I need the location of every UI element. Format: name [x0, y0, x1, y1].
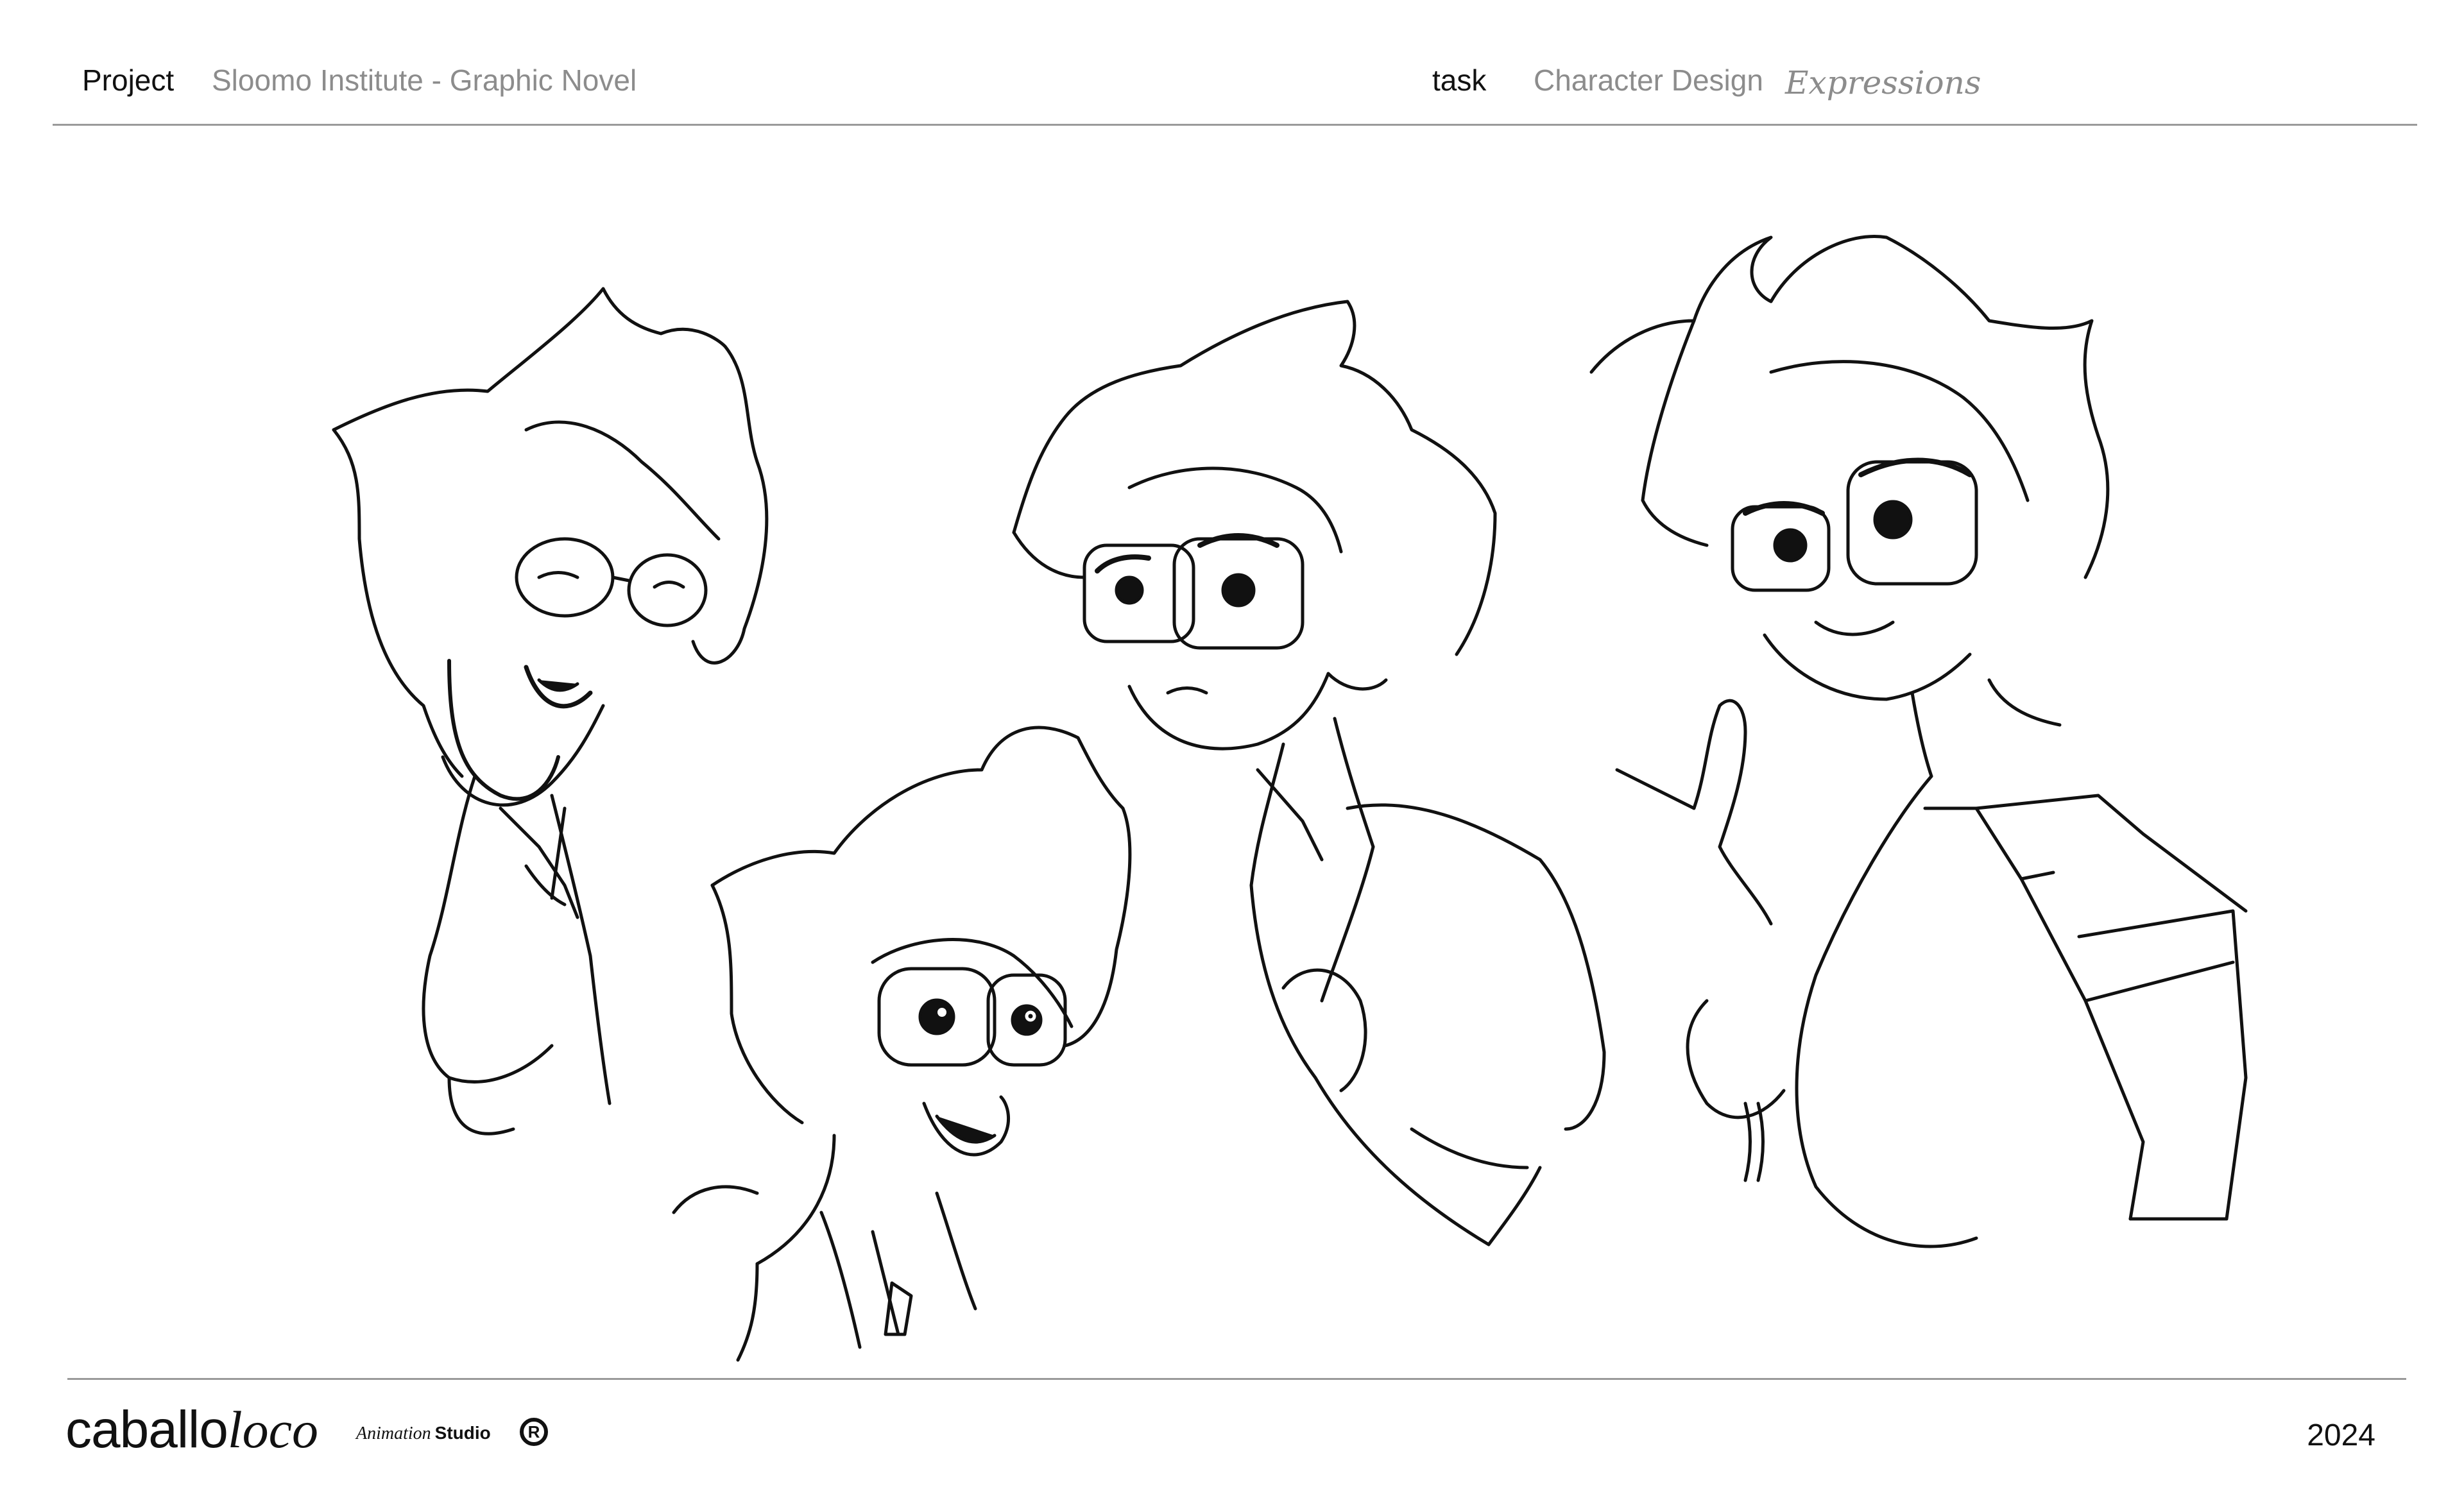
task-label: task: [1432, 64, 1487, 97]
sketch-canvas: [0, 128, 2464, 1373]
sketch-surprised-pose: [672, 726, 1132, 1362]
task-note: Expressions: [1785, 64, 1981, 101]
registered-icon: R: [520, 1418, 548, 1446]
sketch-laughing-pose: [332, 287, 769, 1135]
brand-name-italic: loco: [227, 1400, 319, 1459]
studio-logo: caballo loco: [65, 1400, 318, 1460]
sketch-confident-thumb-pose: [1589, 235, 2248, 1248]
project-label: Project: [82, 64, 175, 97]
brand-name: caballo: [65, 1400, 228, 1459]
project-value: Sloomo Institute - Graphic Novel: [212, 64, 637, 97]
header-divider: [53, 124, 2417, 126]
subtitle-studio: Studio: [434, 1423, 491, 1443]
footer-divider: [67, 1378, 2406, 1380]
header: Project Sloomo Institute - Graphic Novel…: [0, 0, 2464, 125]
studio-subtitle: Animation Studio: [356, 1423, 491, 1444]
subtitle-animation: Animation: [356, 1424, 431, 1443]
footer: [0, 1386, 2464, 1505]
sketch-grumpy-pose: [1012, 300, 1606, 1246]
year: 2024: [2307, 1418, 2375, 1452]
task-value: Character Design: [1534, 64, 1763, 97]
